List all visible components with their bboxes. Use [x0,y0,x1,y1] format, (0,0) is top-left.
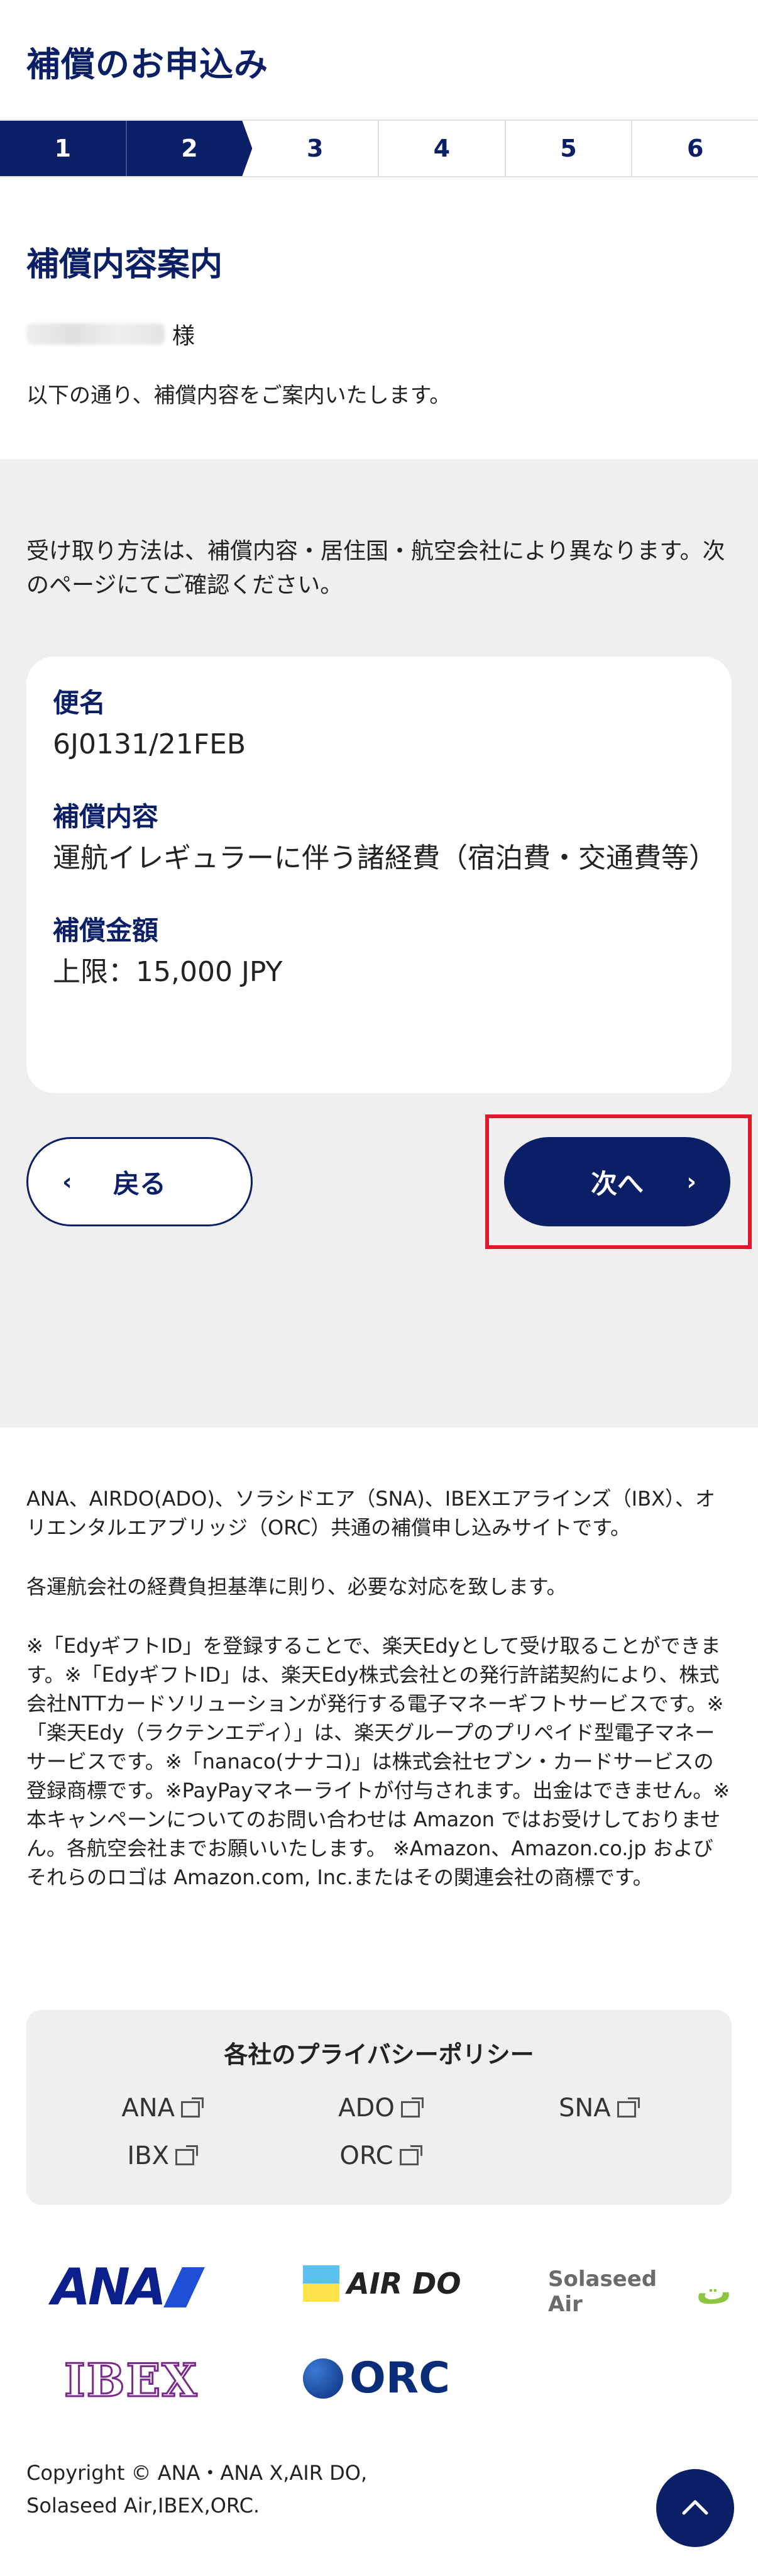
external-link-icon [399,2145,422,2165]
policy-text: 各運航会社の経費負担基準に則り、必要な対応を致します。 [26,1575,567,1599]
ana-logo-text: ANA [52,2258,167,2316]
next-button-label: 次へ [590,1168,644,1199]
intro-text: 以下の通り、補償内容をご案内いたします。 [26,383,451,408]
privacy-link-label: ADO [338,2094,395,2123]
content-field: 補償内容 運航イレギュラーに伴う諸経費（宿泊費・交通費等） [53,796,717,877]
next-button[interactable]: 次へ › [504,1137,730,1226]
step-5: 5 [505,121,633,176]
navigation-buttons: ‹ 戻る 次へ › [26,1114,752,1249]
copyright: Copyright © ANA・ANA X,AIR DO, Solaseed A… [26,2457,367,2522]
solaseed-logo-text: Solaseed Air [548,2267,657,2317]
airdo-logo-text: AIR DO [347,2267,461,2301]
receipt-note: 受け取り方法は、補償内容・居住国・航空会社により異なります。次のページにてご確認… [26,538,725,598]
compensation-section: 受け取り方法は、補償内容・居住国・航空会社により異なります。次のページにてご確認… [0,459,758,1428]
step-3: 3 [252,121,380,176]
orc-globe-icon [303,2358,343,2399]
amount-value: 上限：15,000 JPY [53,956,283,988]
chevron-left-icon: ‹ [62,1168,72,1196]
external-link-icon [175,2145,198,2165]
intro-section: 補償内容案内 様 以下の通り、補償内容をご案内いたします。 [0,177,758,459]
flight-field: 便名 6J0131/21FEB [53,682,705,763]
airdo-mark [303,2265,339,2302]
external-link-icon [400,2097,424,2118]
smile-icon: ت [696,2271,732,2312]
privacy-link-label: ANA [121,2094,175,2123]
orc-logo-text: ORC [349,2353,451,2403]
back-button[interactable]: ‹ 戻る [26,1137,253,1226]
privacy-link-sna[interactable]: SNA [488,2094,706,2123]
privacy-link-ibx[interactable]: IBX [52,2141,270,2170]
about-text: ANA、AIRDO(ADO)、ソラシドエア（SNA)、IBEXエアラインズ（IB… [26,1487,715,1540]
privacy-link-ana[interactable]: ANA [52,2094,270,2123]
ibex-logo-text: IBEX [63,2353,199,2408]
back-button-label: 戻る [113,1168,166,1199]
privacy-link-label: IBX [127,2141,169,2170]
chevron-right-icon: › [686,1168,696,1196]
recipient-name-redacted [26,323,165,345]
content-label: 補償内容 [53,801,159,832]
page-title: 補償のお申込み [26,45,268,84]
airdo-logo: AIR DO [303,2265,461,2302]
step-6: 6 [632,121,758,176]
privacy-policy-box: 各社のプライバシーポリシー ANA ADO SNA IBX ORC [26,2010,732,2205]
external-link-icon [617,2097,640,2118]
flight-label: 便名 [53,687,106,718]
recipient-line: 様 [26,318,732,350]
step-4: 4 [379,121,506,176]
airline-logos: ANA AIR DO Solaseed Air ت IBEX ORC [26,2248,732,2436]
amount-field: 補償金額 上限：15,000 JPY [53,909,705,991]
chevron-up-icon [682,2500,708,2515]
external-link-icon [180,2097,204,2118]
recipient-suffix: 様 [172,323,195,349]
privacy-link-orc[interactable]: ORC [270,2141,488,2170]
ana-logo: ANA [52,2258,205,2316]
step-1: 1 [0,121,127,176]
solaseed-logo: Solaseed Air ت [548,2267,732,2317]
disclaimer-text: ※「EdyギフトID」を登録することで、楽天Edyとして受け取ることができます。… [26,1634,730,1889]
privacy-link-label: SNA [558,2094,611,2123]
page-header: 補償のお申込み [0,0,758,119]
privacy-title: 各社のプライバシーポリシー [224,2041,534,2068]
content-value: 運航イレギュラーに伴う諸経費（宿泊費・交通費等） [53,842,717,874]
step-2-current: 2 [126,121,253,176]
orc-logo: ORC [303,2353,450,2403]
copyright-line-1: Copyright © ANA・ANA X,AIR DO, [26,2461,368,2485]
ibex-logo: IBEX [63,2353,199,2408]
progress-stepper: 1 2 3 4 5 6 [0,119,758,177]
footer-text: ANA、AIRDO(ADO)、ソラシドエア（SNA)、IBEXエアラインズ（IB… [26,1484,732,1922]
amount-label: 補償金額 [53,915,159,946]
ana-stripe [163,2267,205,2307]
privacy-link-ado[interactable]: ADO [270,2094,488,2123]
back-to-top-button[interactable] [656,2469,734,2547]
flight-value: 6J0131/21FEB [53,728,246,760]
privacy-links: ANA ADO SNA IBX ORC [26,2094,732,2170]
section-heading: 補償内容案内 [26,246,223,284]
compensation-card: 便名 6J0131/21FEB 補償内容 運航イレギュラーに伴う諸経費（宿泊費・… [26,657,732,1093]
copyright-line-2: Solaseed Air,IBEX,ORC. [26,2494,260,2518]
privacy-link-label: ORC [339,2141,393,2170]
